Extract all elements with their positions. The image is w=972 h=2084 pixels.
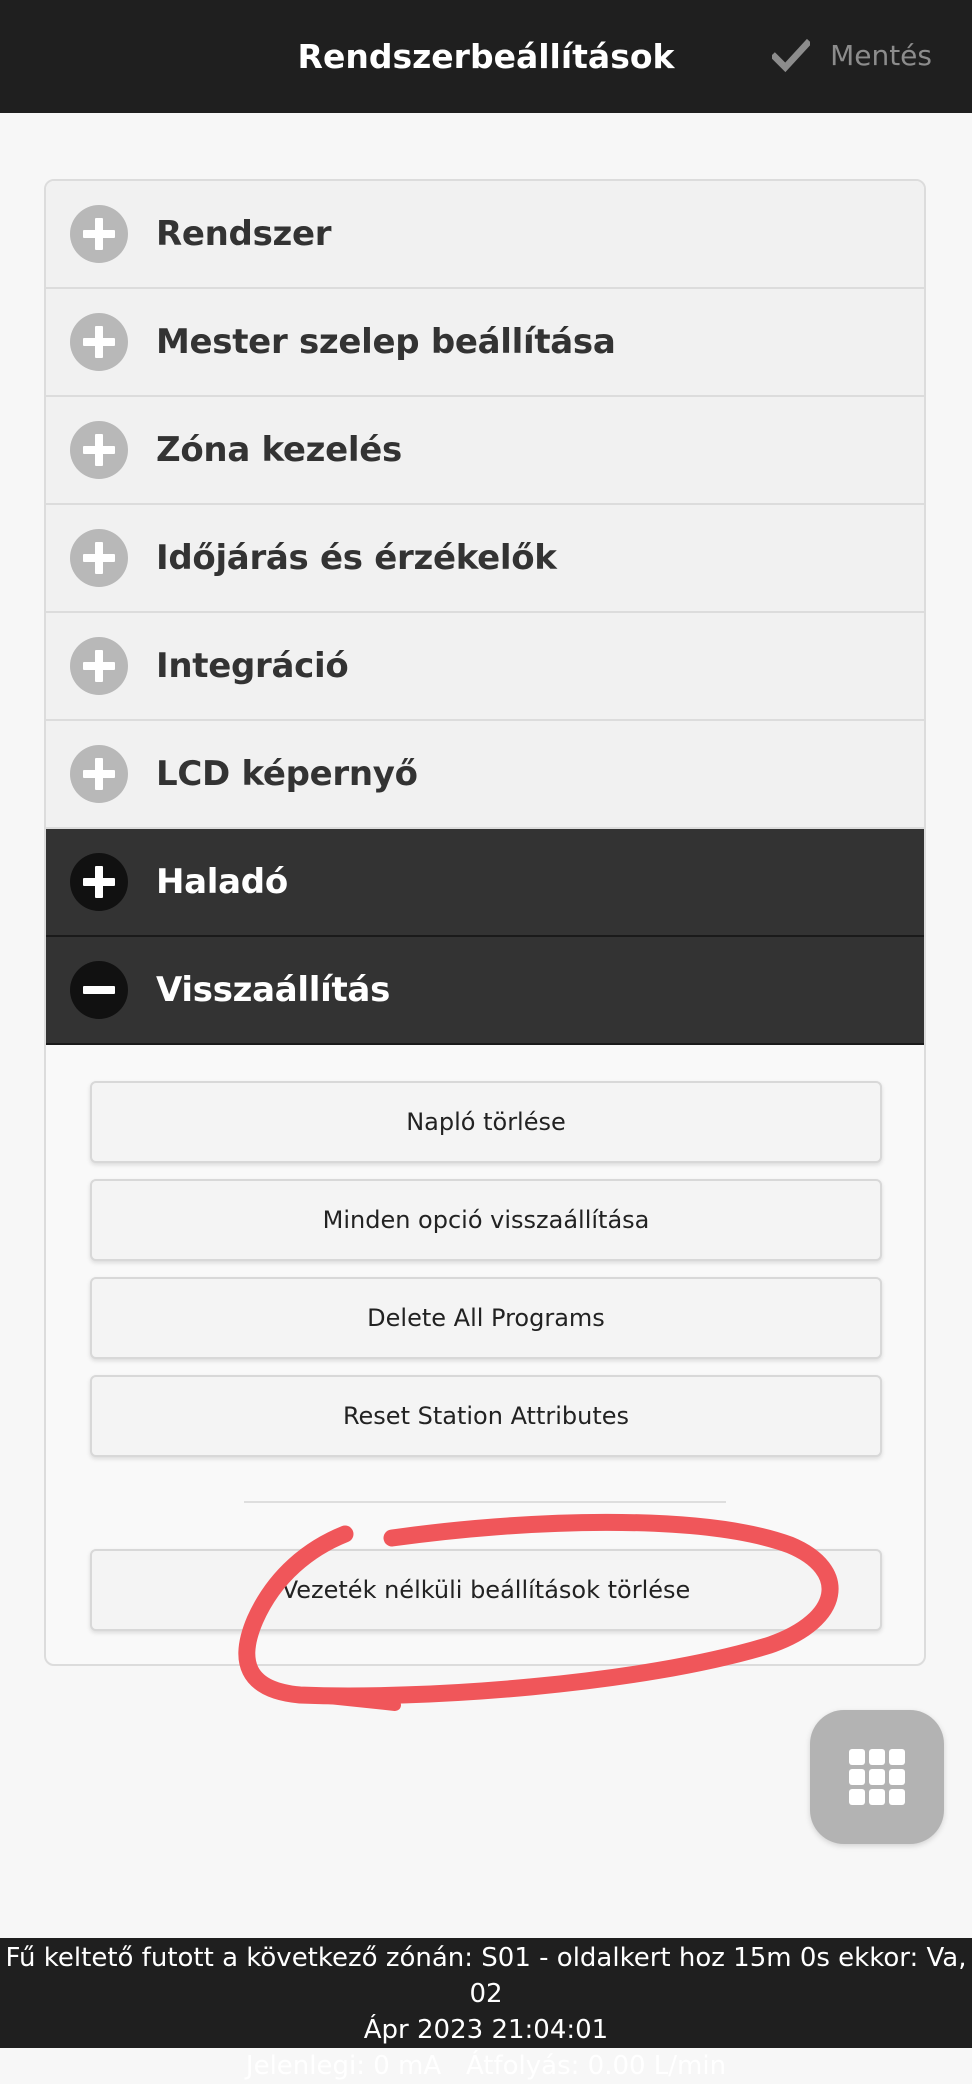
plus-icon	[70, 853, 128, 911]
menu-grid-button[interactable]	[810, 1710, 944, 1844]
section-master-valve[interactable]: Mester szelep beállítása	[46, 289, 924, 397]
section-reset[interactable]: Visszaállítás	[46, 937, 924, 1045]
top-bar: Rendszerbeállítások Mentés	[0, 0, 972, 113]
section-label: Visszaállítás	[156, 970, 391, 1010]
section-label: Haladó	[156, 862, 288, 902]
section-lcd-screen[interactable]: LCD képernyő	[46, 721, 924, 829]
section-label: Időjárás és érzékelők	[156, 538, 557, 578]
clear-log-button[interactable]: Napló törlése	[90, 1081, 882, 1163]
save-label: Mentés	[830, 38, 932, 72]
plus-icon	[70, 745, 128, 803]
status-footer: Fű keltető futott a következő zónán: S01…	[0, 1938, 972, 2081]
settings-accordion: Rendszer Mester szelep beállítása Zóna k…	[44, 179, 926, 1666]
plus-icon	[70, 313, 128, 371]
section-integration[interactable]: Integráció	[46, 613, 924, 721]
plus-icon	[70, 637, 128, 695]
section-label: Mester szelep beállítása	[156, 322, 616, 362]
divider	[244, 1501, 726, 1503]
reset-station-attributes-button[interactable]: Reset Station Attributes	[90, 1375, 882, 1457]
section-rendszer[interactable]: Rendszer	[46, 181, 924, 289]
reset-all-options-button[interactable]: Minden opció visszaállítása	[90, 1179, 882, 1261]
section-label: LCD képernyő	[156, 754, 418, 794]
section-weather-sensors[interactable]: Időjárás és érzékelők	[46, 505, 924, 613]
section-label: Rendszer	[156, 214, 332, 254]
delete-all-programs-button[interactable]: Delete All Programs	[90, 1277, 882, 1359]
minus-icon	[70, 961, 128, 1019]
checkmark-icon	[772, 38, 811, 73]
clear-wireless-settings-button[interactable]: Vezeték nélküli beállítások törlése	[90, 1549, 882, 1631]
section-label: Zóna kezelés	[156, 430, 402, 470]
last-run-status: Fű keltető futott a következő zónán: S01…	[5, 1943, 967, 2009]
last-run-timestamp: Ápr 2023 21:04:01	[363, 2015, 609, 2045]
section-zone-management[interactable]: Zóna kezelés	[46, 397, 924, 505]
section-label: Integráció	[156, 646, 349, 686]
section-advanced[interactable]: Haladó	[46, 829, 924, 937]
plus-icon	[70, 205, 128, 263]
plus-icon	[70, 529, 128, 587]
save-button[interactable]: Mentés	[772, 30, 932, 80]
plus-icon	[70, 421, 128, 479]
current-flow-status: Jelenlegi: 0 mA Átfolyás: 0.00 L/min	[245, 2051, 727, 2081]
